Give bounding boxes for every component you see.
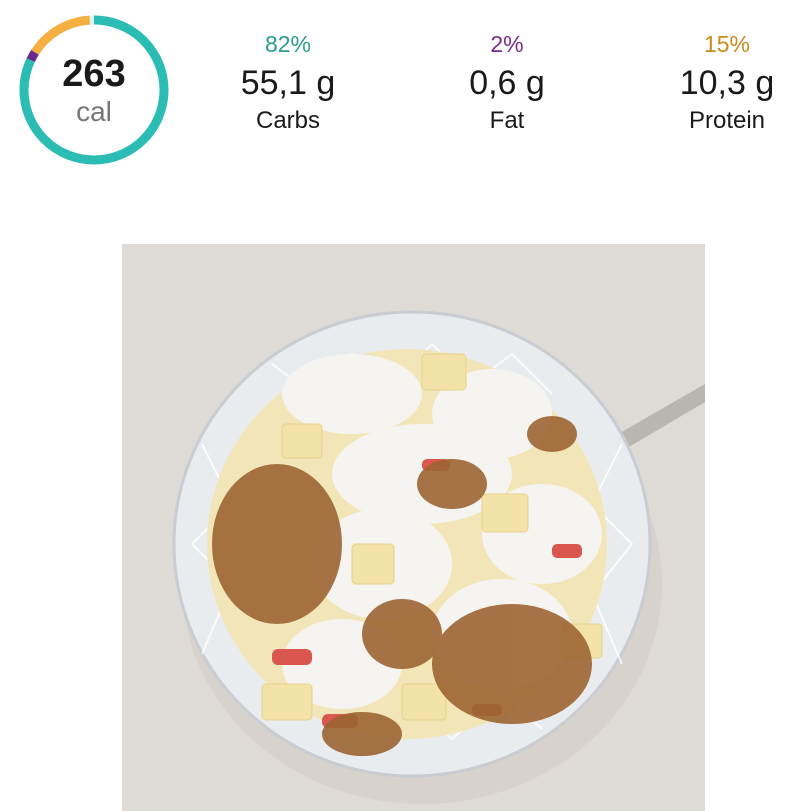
- protein-percent: 15%: [703, 31, 751, 57]
- fat-percent: 2%: [490, 31, 524, 57]
- protein-grams: 10,3 g: [679, 64, 775, 102]
- carbs-label: Carbs: [255, 107, 321, 134]
- protein-label: Protein: [688, 107, 766, 134]
- macro-fat: 2% 0,6 g Fat: [427, 30, 587, 136]
- calorie-value: 263: [62, 53, 126, 95]
- calorie-unit: cal: [76, 96, 112, 127]
- calorie-summary: 263 cal: [16, 12, 172, 168]
- calorie-ring: 263 cal: [16, 12, 172, 168]
- fat-grams: 0,6 g: [469, 64, 545, 102]
- carbs-grams: 55,1 g: [240, 64, 336, 102]
- fat-label: Fat: [489, 107, 525, 134]
- meal-photo-image: [122, 244, 705, 811]
- carbs-percent: 82%: [264, 31, 312, 57]
- macro-carbs: 82% 55,1 g Carbs: [208, 30, 368, 136]
- meal-photo[interactable]: [122, 244, 705, 811]
- macro-protein: 15% 10,3 g Protein: [647, 30, 807, 136]
